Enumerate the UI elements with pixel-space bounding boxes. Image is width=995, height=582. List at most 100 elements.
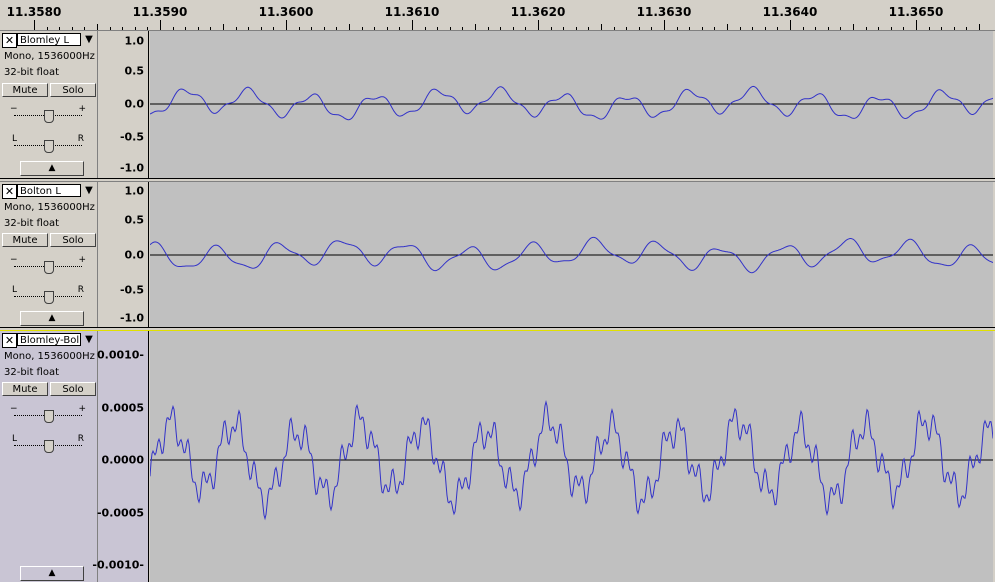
- ruler-tick: [916, 20, 917, 30]
- gain-slider-thumb[interactable]: [44, 110, 54, 123]
- ruler-tick: [576, 27, 577, 30]
- gain-slider-thumb[interactable]: [44, 410, 54, 423]
- mute-button[interactable]: Mute: [2, 83, 48, 97]
- track-name-menu[interactable]: Blomley L: [17, 33, 81, 46]
- collapse-arrow-icon[interactable]: ▲: [20, 311, 84, 326]
- ruler-tick: [677, 27, 678, 30]
- ruler-tick: [59, 27, 60, 30]
- ruler-label: 11.3630: [636, 5, 692, 19]
- ruler-tick: [97, 24, 98, 30]
- ruler-tick: [462, 27, 463, 30]
- scale-label: -0.0005: [96, 506, 144, 520]
- track-bolton-l[interactable]: ✕ Bolton L ▼ Mono, 1536000Hz 32-bit floa…: [0, 182, 995, 327]
- close-icon[interactable]: ✕: [2, 333, 17, 348]
- gain-plus-label: +: [78, 255, 86, 265]
- time-ruler[interactable]: 11.3580 11.3590 11.3600 11.3610 11.3620 …: [0, 0, 995, 31]
- ruler-label: 11.3600: [258, 5, 314, 19]
- pan-left-label: L: [12, 434, 18, 444]
- track-control-panel: ✕ Bolton L ▼ Mono, 1536000Hz 32-bit floa…: [0, 182, 98, 327]
- ruler-tick: [588, 27, 589, 30]
- ruler-tick: [740, 27, 741, 30]
- collapse-arrow-icon[interactable]: ▲: [20, 161, 84, 176]
- track-blomley-bolton-diff[interactable]: ✕ Blomley-Bol ▼ Mono, 1536000Hz 32-bit f…: [0, 331, 995, 582]
- pan-slider-thumb[interactable]: [44, 291, 54, 304]
- ruler-label: 11.3640: [762, 5, 818, 19]
- track-blomley-l[interactable]: ✕ Blomley L ▼ Mono, 1536000Hz 32-bit flo…: [0, 31, 995, 178]
- ruler-tick: [538, 20, 539, 30]
- ruler-tick: [727, 24, 728, 30]
- gain-minus-label: −: [10, 404, 18, 414]
- ruler-tick: [173, 27, 174, 30]
- ruler-tick: [160, 20, 161, 30]
- vertical-ruler: 1.0 0.5 0.0 -0.5 -1.0: [98, 31, 149, 178]
- mute-button[interactable]: Mute: [2, 382, 48, 396]
- pan-slider[interactable]: L R: [8, 134, 88, 153]
- pan-slider[interactable]: L R: [8, 434, 88, 453]
- ruler-tick: [954, 27, 955, 30]
- pan-slider-thumb[interactable]: [44, 440, 54, 453]
- scale-label: 0.5: [124, 64, 145, 78]
- ruler-tick: [551, 27, 552, 30]
- ruler-tick: [286, 20, 287, 30]
- ruler-tick: [777, 27, 778, 30]
- ruler-tick: [639, 27, 640, 30]
- pan-slider-thumb[interactable]: [44, 140, 54, 153]
- track-rate-info: Mono, 1536000Hz: [4, 202, 95, 213]
- ruler-tick: [866, 27, 867, 30]
- waveform-display[interactable]: [150, 331, 993, 582]
- pan-slider[interactable]: L R: [8, 285, 88, 304]
- scale-label: 0.5: [124, 213, 145, 227]
- ruler-tick: [513, 27, 514, 30]
- ruler-tick: [790, 20, 791, 30]
- close-icon[interactable]: ✕: [2, 33, 17, 48]
- pan-right-label: R: [77, 285, 84, 295]
- ruler-label: 11.3610: [384, 5, 440, 19]
- ruler-tick: [803, 27, 804, 30]
- ruler-tick: [714, 27, 715, 30]
- ruler-tick: [349, 24, 350, 30]
- dropdown-arrow-icon[interactable]: ▼: [82, 333, 96, 347]
- ruler-tick: [399, 27, 400, 30]
- dropdown-arrow-icon[interactable]: ▼: [82, 184, 96, 198]
- ruler-tick: [500, 27, 501, 30]
- dropdown-arrow-icon[interactable]: ▼: [82, 33, 96, 47]
- ruler-tick: [765, 27, 766, 30]
- ruler-tick: [941, 27, 942, 30]
- waveform-display[interactable]: [150, 182, 993, 327]
- ruler-tick: [437, 27, 438, 30]
- scale-label: 1.0: [124, 34, 145, 48]
- ruler-tick: [110, 27, 111, 30]
- mute-button[interactable]: Mute: [2, 233, 48, 247]
- waveform-display[interactable]: [150, 31, 993, 178]
- ruler-tick: [324, 27, 325, 30]
- collapse-arrow-icon[interactable]: ▲: [20, 566, 84, 581]
- waveform-graph: [150, 236, 993, 274]
- close-icon[interactable]: ✕: [2, 184, 17, 199]
- track-header: ✕ Bolton L ▼: [2, 184, 96, 199]
- ruler-tick: [966, 27, 967, 30]
- ruler-tick: [311, 27, 312, 30]
- gain-slider[interactable]: − +: [8, 404, 88, 423]
- ruler-tick: [891, 27, 892, 30]
- ruler-tick: [425, 27, 426, 30]
- track-control-panel: ✕ Blomley L ▼ Mono, 1536000Hz 32-bit flo…: [0, 31, 98, 178]
- solo-button[interactable]: Solo: [50, 83, 96, 97]
- ruler-tick: [223, 24, 224, 30]
- solo-button[interactable]: Solo: [50, 233, 96, 247]
- scale-label: 0.0010-: [96, 348, 144, 362]
- track-name-menu[interactable]: Bolton L: [17, 184, 81, 197]
- pan-left-label: L: [12, 134, 18, 144]
- scale-label: 1.0: [124, 184, 145, 198]
- ruler-tick: [853, 24, 854, 30]
- vertical-ruler: 0.0010- 0.0005 0.0000 -0.0005 -0.0010-: [92, 331, 149, 582]
- ruler-tick: [828, 27, 829, 30]
- gain-slider[interactable]: − +: [8, 104, 88, 123]
- track-control-panel: ✕ Blomley-Bol ▼ Mono, 1536000Hz 32-bit f…: [0, 331, 98, 582]
- scale-label: 0.0000: [101, 453, 144, 467]
- gain-slider[interactable]: − +: [8, 255, 88, 274]
- track-name-menu[interactable]: Blomley-Bol: [17, 333, 81, 346]
- gain-slider-thumb[interactable]: [44, 261, 54, 274]
- ruler-tick: [525, 27, 526, 30]
- scale-label: 0.0: [124, 97, 145, 111]
- solo-button[interactable]: Solo: [50, 382, 96, 396]
